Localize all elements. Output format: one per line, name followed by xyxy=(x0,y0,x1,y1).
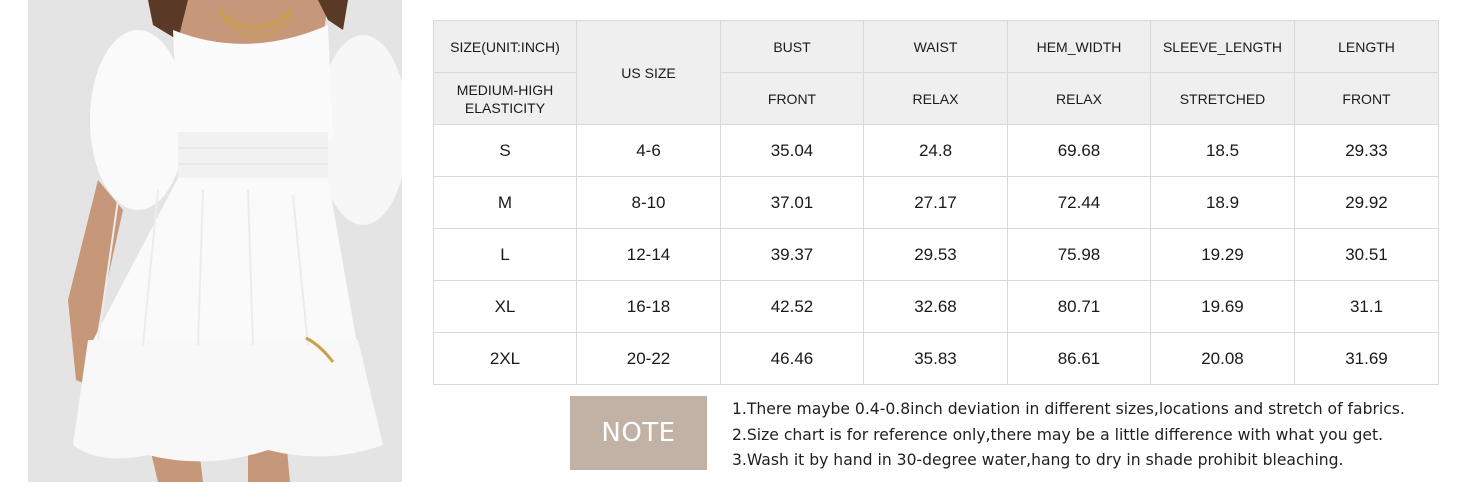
note-line: 2.Size chart is for reference only,there… xyxy=(732,425,1384,444)
hem-width-method: RELAX xyxy=(1007,72,1151,125)
sleeve-length-cell: 19.69 xyxy=(1150,280,1295,333)
waist-cell: 29.53 xyxy=(863,228,1008,281)
length-cell: 30.51 xyxy=(1294,228,1439,281)
bust-cell: 35.04 xyxy=(720,124,864,177)
waist-cell: 24.8 xyxy=(863,124,1008,177)
length-cell: 31.69 xyxy=(1294,332,1439,385)
hem-width-cell: 75.98 xyxy=(1007,228,1151,281)
waist-cell: 32.68 xyxy=(863,280,1008,333)
bust-header: BUST xyxy=(720,20,864,73)
size-cell: L xyxy=(433,228,577,281)
waist-cell: 35.83 xyxy=(863,332,1008,385)
size-rows: S 4-6 35.04 24.8 69.68 18.5 29.33 M 8-10 37.01 27.… xyxy=(433,124,1439,385)
size-cell: XL xyxy=(433,280,577,333)
bust-cell: 39.37 xyxy=(720,228,864,281)
hem-width-cell: 86.61 xyxy=(1007,332,1151,385)
us-size-header: US SIZE xyxy=(576,20,721,125)
note-line: 3.Wash it by hand in 30-degree water,han… xyxy=(732,451,1344,469)
hem-width-cell: 69.68 xyxy=(1007,124,1151,177)
size-chart-table: SIZE(UNIT:INCH) US SIZE BUST WAIST HEM_W… xyxy=(433,20,1439,385)
hem-width-header: HEM_WIDTH xyxy=(1007,20,1151,73)
sleeve-length-header: SLEEVE_LENGTH xyxy=(1150,20,1295,73)
size-cell: M xyxy=(433,176,577,229)
length-header: LENGTH xyxy=(1294,20,1439,73)
waist-method: RELAX xyxy=(863,72,1008,125)
bust-cell: 46.46 xyxy=(720,332,864,385)
bust-method: FRONT xyxy=(720,72,864,125)
length-cell: 29.92 xyxy=(1294,176,1439,229)
product-photo xyxy=(28,0,402,482)
sleeve-length-method: STRETCHED xyxy=(1150,72,1295,125)
table-row: 2XL 20-22 46.46 35.83 86.61 20.08 31.69 xyxy=(433,332,1439,385)
table-row: M 8-10 37.01 27.17 72.44 18.9 29.92 xyxy=(433,176,1439,229)
waist-cell: 27.17 xyxy=(863,176,1008,229)
note-line: 1.There maybe 0.4-0.8inch deviation in d… xyxy=(732,400,1405,418)
note-list: 1.There maybe 0.4-0.8inch deviation in d… xyxy=(732,397,1432,474)
length-cell: 31.1 xyxy=(1294,280,1439,333)
sleeve-length-cell: 19.29 xyxy=(1150,228,1295,281)
hem-width-cell: 80.71 xyxy=(1007,280,1151,333)
sleeve-length-cell: 18.5 xyxy=(1150,124,1295,177)
bust-cell: 37.01 xyxy=(720,176,864,229)
hem-width-cell: 72.44 xyxy=(1007,176,1151,229)
header-row-measurements: SIZE(UNIT:INCH) US SIZE BUST WAIST HEM_W… xyxy=(433,20,1439,125)
note-badge: NOTE xyxy=(570,396,707,470)
sleeve-length-cell: 18.9 xyxy=(1150,176,1295,229)
dress-photo-icon xyxy=(28,0,402,482)
us-size-cell: 20-22 xyxy=(576,332,721,385)
length-method: FRONT xyxy=(1294,72,1439,125)
size-unit-header: SIZE(UNIT:INCH) xyxy=(433,20,577,73)
table-row: S 4-6 35.04 24.8 69.68 18.5 29.33 xyxy=(433,124,1439,177)
table-row: XL 16-18 42.52 32.68 80.71 19.69 31.1 xyxy=(433,280,1439,333)
elasticity-header: MEDIUM-HIGH ELASTICITY xyxy=(433,72,577,125)
size-cell: 2XL xyxy=(433,332,577,385)
bust-cell: 42.52 xyxy=(720,280,864,333)
us-size-cell: 4-6 xyxy=(576,124,721,177)
size-cell: S xyxy=(433,124,577,177)
waist-header: WAIST xyxy=(863,20,1008,73)
table-row: L 12-14 39.37 29.53 75.98 19.29 30.51 xyxy=(433,228,1439,281)
sleeve-length-cell: 20.08 xyxy=(1150,332,1295,385)
us-size-cell: 8-10 xyxy=(576,176,721,229)
length-cell: 29.33 xyxy=(1294,124,1439,177)
us-size-cell: 12-14 xyxy=(576,228,721,281)
us-size-cell: 16-18 xyxy=(576,280,721,333)
